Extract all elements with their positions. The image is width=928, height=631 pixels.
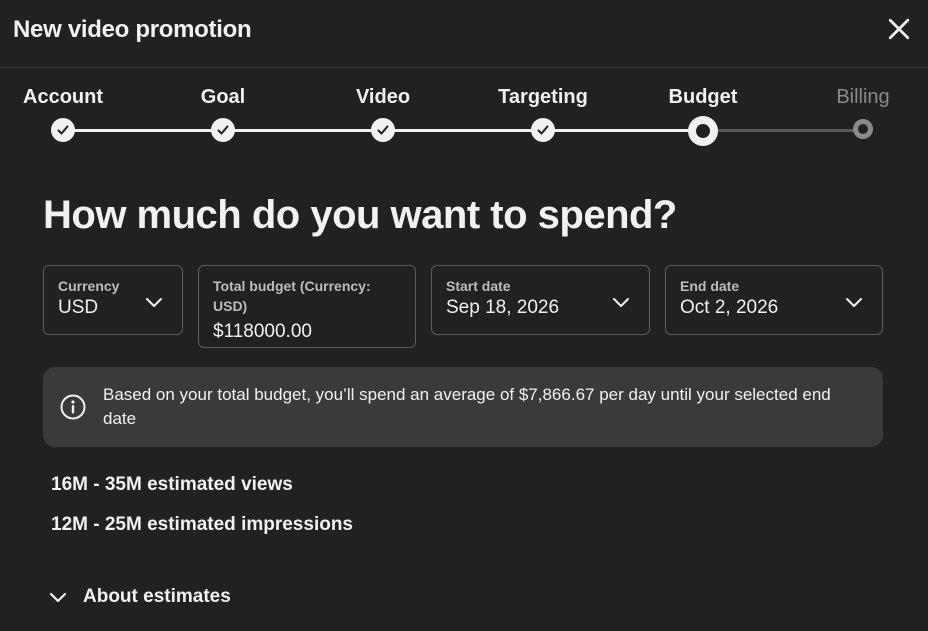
current-step-indicator (696, 124, 710, 138)
step-label-targeting: Targeting (498, 86, 588, 108)
estimated-views: 16M - 35M estimated views (51, 474, 293, 495)
step-label-budget: Budget (668, 86, 738, 108)
chevron-down-icon (49, 592, 67, 603)
dialog-header: New video promotion (0, 0, 928, 68)
step-label-goal: Goal (200, 86, 246, 108)
estimated-impressions: 12M - 25M estimated impressions (51, 514, 353, 535)
step-label-account: Account (23, 86, 103, 108)
start-date-select[interactable]: Start date Sep 18, 2026 (431, 265, 650, 335)
daily-spend-info-banner: Based on your total budget, you’ll spend… (43, 367, 883, 447)
close-button[interactable] (884, 14, 914, 44)
total-budget-field[interactable]: Total budget (Currency: USD) $118000.00 (198, 265, 416, 348)
chevron-down-icon (613, 298, 629, 307)
dialog-title: New video promotion (13, 16, 252, 43)
step-targeting-completed[interactable] (531, 118, 555, 142)
step-budget-current (688, 116, 718, 146)
end-date-label: End date (680, 278, 740, 294)
about-estimates-toggle[interactable]: About estimates (47, 584, 231, 610)
check-icon (537, 125, 549, 135)
upcoming-step-indicator (858, 124, 868, 134)
page-heading: How much do you want to spend? (43, 193, 677, 237)
step-account-completed[interactable] (51, 118, 75, 142)
start-date-value: Sep 18, 2026 (446, 297, 560, 318)
step-label-billing: Billing (836, 86, 890, 108)
step-label-video: Video (355, 86, 411, 108)
end-date-value: Oct 2, 2026 (680, 297, 779, 318)
start-date-label: Start date (446, 278, 511, 294)
progress-stepper: Account Goal Video Targeting Budget Bill… (0, 68, 928, 158)
currency-label: Currency (58, 278, 120, 294)
step-video-completed[interactable] (371, 118, 395, 142)
currency-value: USD (58, 297, 99, 318)
currency-select[interactable]: Currency USD (43, 265, 183, 335)
step-goal-completed[interactable] (211, 118, 235, 142)
about-estimates-label: About estimates (83, 586, 231, 607)
stepper-track-upcoming (703, 129, 863, 132)
check-icon (57, 125, 69, 135)
info-icon (60, 394, 86, 420)
step-billing-upcoming (853, 119, 873, 139)
check-icon (377, 125, 389, 135)
end-date-select[interactable]: End date Oct 2, 2026 (665, 265, 883, 335)
total-budget-label: Total budget (Currency: USD) (213, 278, 371, 314)
check-icon (217, 125, 229, 135)
total-budget-value[interactable]: $118000.00 (213, 321, 312, 343)
close-icon (888, 18, 910, 40)
chevron-down-icon (846, 298, 862, 307)
daily-spend-info-text: Based on your total budget, you’ll spend… (103, 385, 831, 428)
chevron-down-icon (146, 298, 162, 307)
